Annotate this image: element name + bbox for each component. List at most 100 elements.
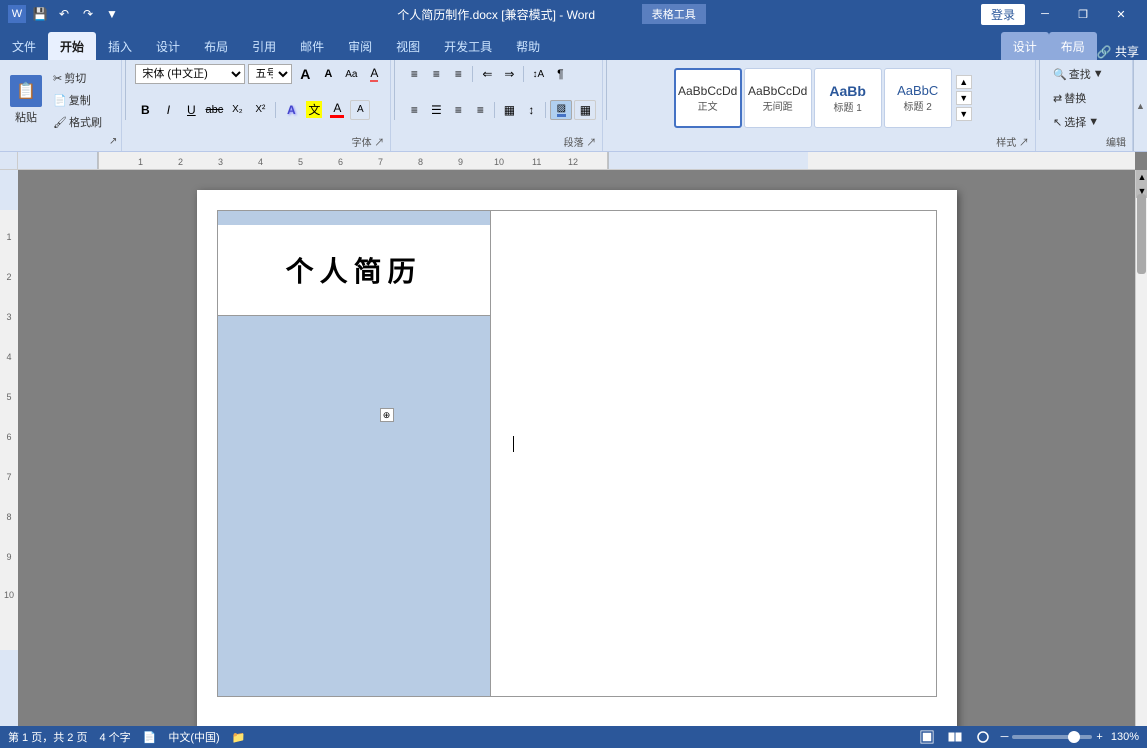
font-name-select[interactable]: 宋体 (中文正) [135,64,245,84]
clipboard-expander[interactable]: ↗ [109,136,117,149]
zoom-plus-button[interactable]: + [1096,731,1102,743]
tab-review[interactable]: 审阅 [336,32,384,60]
paste-button[interactable]: 📋 粘贴 [4,64,48,136]
copy-button[interactable]: 📄复制 [50,90,105,110]
styles-expander[interactable]: 样式 ↗ [996,134,1029,149]
justify-button[interactable]: ≡ [470,100,490,120]
font-row-1: 宋体 (中文正) 五号 A A Aa A [135,64,384,84]
col-layout-button[interactable]: ▦ [499,100,519,120]
font-color-button[interactable]: A [327,100,347,120]
style-normal[interactable]: AaBbCcDd 正文 [674,68,742,128]
increase-indent-button[interactable]: ⇒ [499,64,519,84]
tab-design[interactable]: 设计 [144,32,192,60]
toolbar: 📋 粘贴 ✂剪切 📄复制 🖌格式刷 ↗ 宋体 (中文正) 五号 A A Aa A [0,60,1147,152]
italic-button[interactable]: I [158,100,178,120]
right-scrollbar[interactable]: ▲ ▼ [1135,170,1147,726]
tab-mailings[interactable]: 邮件 [288,32,336,60]
styles-scroll-up[interactable]: ▲ [956,75,972,89]
superscript-button[interactable]: X² [250,100,270,120]
zoom-level[interactable]: 130% [1111,731,1139,743]
save-status-icon: 📁 [232,731,246,744]
tab-home[interactable]: 开始 [48,32,96,60]
reading-view-button[interactable] [945,729,965,745]
tab-help[interactable]: 帮助 [504,32,552,60]
line-spacing-button[interactable]: ↕ [521,100,541,120]
decrease-indent-button[interactable]: ⇐ [477,64,497,84]
bullets-button[interactable]: ≡ [404,64,424,84]
numbering-button[interactable]: ≡ [426,64,446,84]
font-shrink-button[interactable]: A [318,64,338,84]
format-painter-button[interactable]: 🖌格式刷 [50,112,105,132]
tab-file[interactable]: 文件 [0,32,48,60]
font-clear-button[interactable]: A [364,64,384,84]
table-move-handle[interactable]: ⊕ [380,408,394,422]
bold-button[interactable]: B [135,100,155,120]
select-button[interactable]: ↖ 选择 ▼ [1049,112,1108,132]
web-view-button[interactable] [973,729,993,745]
shading-button[interactable]: ▨ [550,100,572,120]
resume-table[interactable]: 个人简历 [217,210,937,697]
para-row-2: ≡ ☰ ≡ ≡ ▦ ↕ ▨ ▦ [404,100,596,120]
borders-button[interactable]: ▦ [574,100,596,120]
styles-more[interactable]: ▼ [956,107,972,121]
tab-table-layout[interactable]: 布局 [1049,32,1097,60]
resume-title-cell[interactable]: 个人简历 [218,225,490,315]
minimize-button[interactable]: ─ [1027,0,1063,28]
paragraph-section: ≡ ≡ ≡ ⇐ ⇒ ↕A ¶ ≡ ☰ ≡ ≡ ▦ ↕ ▨ ▦ 段落 ↗ [398,60,603,151]
zoom-minus-button[interactable]: ─ [1001,731,1009,743]
svg-text:4: 4 [258,157,263,167]
tab-layout[interactable]: 布局 [192,32,240,60]
save-button[interactable]: 💾 [30,4,50,24]
close-button[interactable]: ✕ [1103,0,1139,28]
replace-button[interactable]: ⇄ 替换 [1049,88,1108,108]
style-no-spacing[interactable]: AaBbCcDd 无间距 [744,68,812,128]
para-expander[interactable]: 段落 ↗ [564,134,597,149]
align-center-button[interactable]: ☰ [426,100,446,120]
status-bar-right: ─ + 130% [917,729,1139,745]
font-expander[interactable]: 字体 ↗ [352,134,385,149]
highlight-button[interactable]: 文 [304,100,324,120]
font-grow-button[interactable]: A [295,64,315,84]
sort-button[interactable]: ↕A [528,64,548,84]
table-cell-title[interactable]: 个人简历 [217,211,490,316]
font-size-select[interactable]: 五号 [248,64,292,84]
strikethrough-button[interactable]: abc [204,100,224,120]
align-left-button[interactable]: ≡ [404,100,424,120]
ribbon-collapse-button[interactable]: ▲ [1133,60,1147,151]
align-right-button[interactable]: ≡ [448,100,468,120]
show-marks-button[interactable]: ¶ [550,64,570,84]
undo-button[interactable]: ↶ [54,4,74,24]
multilevel-button[interactable]: ≡ [448,64,468,84]
redo-button[interactable]: ↷ [78,4,98,24]
styles-scroll-down[interactable]: ▼ [956,91,972,105]
document-container[interactable]: ⊕ 个人简历 [18,170,1135,726]
zoom-slider[interactable] [1012,735,1092,739]
font-case-button[interactable]: Aa [341,64,361,84]
tab-developer[interactable]: 开发工具 [432,32,504,60]
tab-references[interactable]: 引用 [240,32,288,60]
style-no-spacing-label: 无间距 [763,98,793,113]
table-cell-right[interactable] [490,211,936,697]
scrollbar-thumb[interactable] [1137,194,1146,274]
text-effect-button[interactable]: A [281,100,301,120]
replace-label: 替换 [1064,90,1086,106]
underline-button[interactable]: U [181,100,201,120]
print-layout-button[interactable] [917,729,937,745]
scroll-up-button[interactable]: ▲ [1136,170,1147,184]
blue-content-cell[interactable] [218,316,490,696]
tab-table-design[interactable]: 设计 [1001,32,1049,60]
font-border-button[interactable]: A [350,100,370,120]
cut-button[interactable]: ✂剪切 [50,68,105,88]
table-cell-blue[interactable] [217,316,490,697]
restore-button[interactable]: ❐ [1065,0,1101,28]
style-heading1[interactable]: AaBb 标题 1 [814,68,882,128]
separator-3 [606,60,607,120]
style-heading2[interactable]: AaBbC 标题 2 [884,68,952,128]
login-button[interactable]: 登录 [981,4,1025,25]
customize-button[interactable]: ▼ [102,4,122,24]
find-button[interactable]: 🔍 查找 ▼ [1049,64,1108,84]
subscript-button[interactable]: X₂ [227,100,247,120]
tab-insert[interactable]: 插入 [96,32,144,60]
share-link[interactable]: 🔗 共享 [1097,43,1139,60]
tab-view[interactable]: 视图 [384,32,432,60]
